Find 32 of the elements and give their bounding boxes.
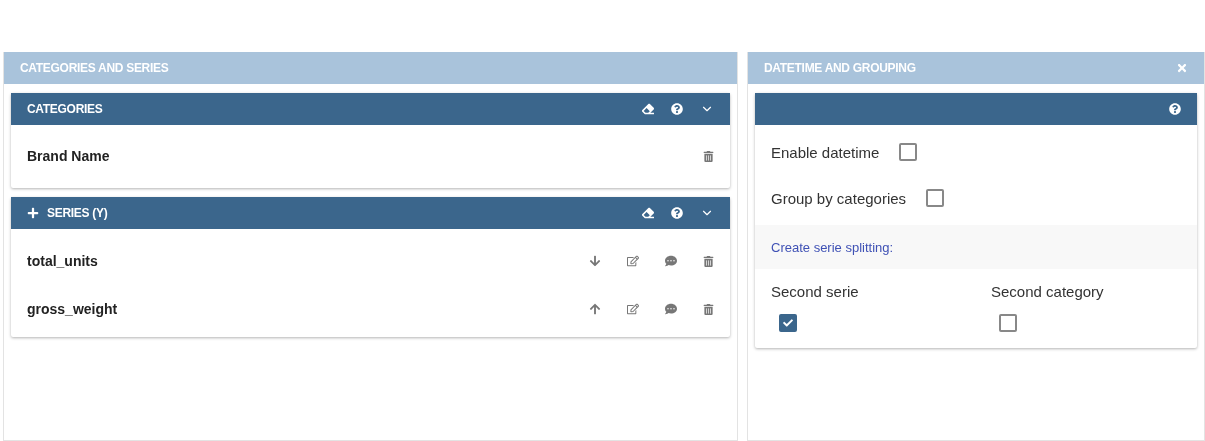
edit-icon[interactable] [627, 303, 639, 315]
help-icon[interactable] [1169, 103, 1181, 115]
option-label: Second serie [771, 283, 860, 300]
plus-icon[interactable] [27, 207, 39, 219]
series-label: total_units [27, 253, 99, 269]
checkbox[interactable] [999, 314, 1017, 332]
section-title: CATEGORIES [27, 102, 103, 116]
splitting-title: Create serie splitting: [771, 239, 894, 255]
comment-icon[interactable] [665, 303, 677, 315]
edit-icon[interactable] [627, 255, 639, 267]
panel-title: CATEGORIES AND SERIES [20, 61, 169, 75]
option-label: Second category [991, 283, 1105, 300]
checkbox[interactable] [779, 314, 797, 332]
arrow-down-icon[interactable] [589, 255, 601, 267]
panel-title: DATETIME AND GROUPING [764, 61, 916, 75]
category-label: Brand Name [27, 148, 111, 164]
section-title: SERIES (Y) [47, 206, 108, 220]
checkbox[interactable] [926, 189, 945, 207]
comment-icon[interactable] [665, 255, 677, 267]
trash-icon[interactable] [703, 255, 714, 267]
eraser-icon[interactable] [642, 207, 654, 219]
help-icon[interactable] [671, 207, 683, 219]
option-label: Group by categories [771, 189, 907, 207]
series-label: gross_weight [27, 301, 119, 317]
check-icon [783, 318, 793, 328]
option-label: Enable datetime [771, 143, 880, 161]
arrow-up-icon[interactable] [589, 303, 601, 315]
help-icon[interactable] [671, 103, 683, 115]
trash-icon[interactable] [703, 303, 714, 315]
checkbox[interactable] [899, 143, 918, 161]
trash-icon[interactable] [703, 150, 714, 162]
eraser-icon[interactable] [642, 103, 654, 115]
